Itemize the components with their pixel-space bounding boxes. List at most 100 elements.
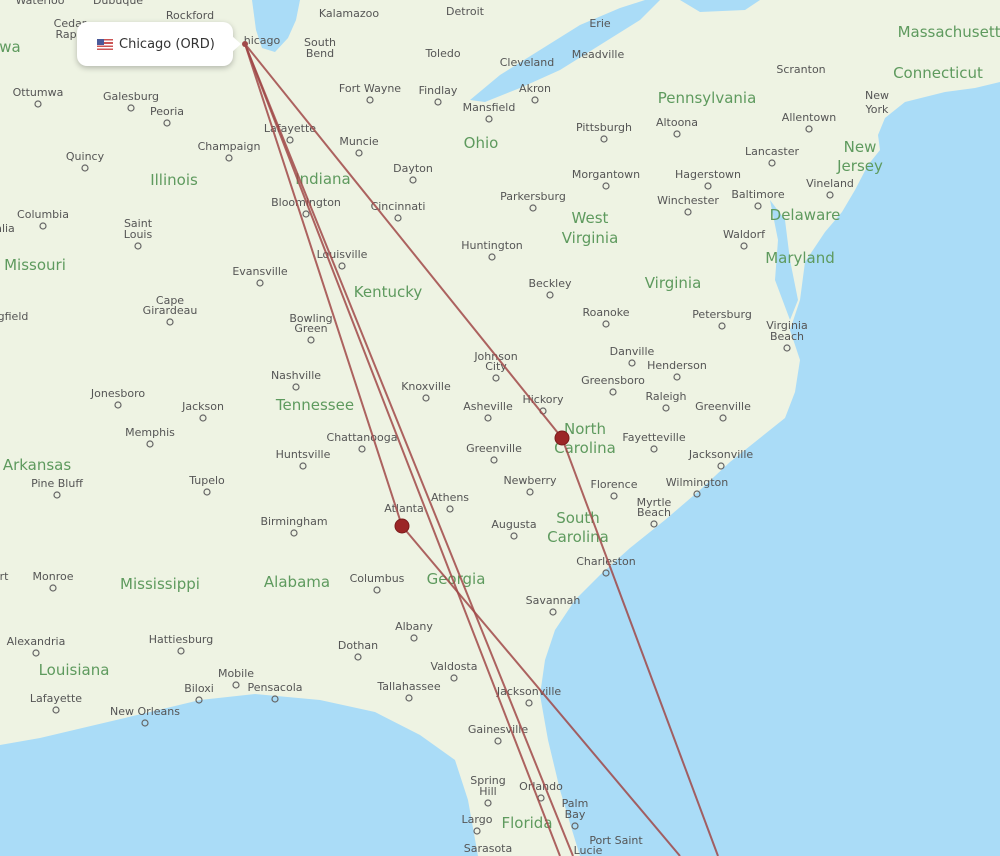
origin-marker[interactable] — [242, 41, 248, 47]
city-label: Rap — [55, 28, 76, 41]
city-label: Winchester — [657, 194, 719, 207]
city-label: gfield — [0, 310, 28, 323]
city-label: Beckley — [528, 277, 572, 290]
city-label: Morgantown — [572, 168, 640, 181]
city-label: Toledo — [424, 47, 460, 60]
state-label: Massachusetts — [898, 23, 1000, 41]
city-label: Bay — [565, 808, 586, 821]
city-label: Lancaster — [745, 145, 799, 158]
city-label: Allentown — [782, 111, 836, 124]
city-label: Savannah — [526, 594, 581, 607]
city-label: Jonesboro — [90, 387, 145, 400]
city-label: Huntsville — [276, 448, 331, 461]
city-label: Jacksonville — [688, 448, 754, 461]
state-label: Tennessee — [275, 396, 354, 414]
route-map[interactable]: wa Illinois Indiana Ohio Pennsylvania West Vir… — [0, 0, 1000, 856]
city-label: Beach — [637, 506, 671, 519]
city-label: Galesburg — [103, 90, 159, 103]
city-label: New — [865, 89, 889, 102]
state-label: Virginia — [645, 274, 702, 292]
city-label: Hagerstown — [675, 168, 741, 181]
state-label: Ohio — [464, 134, 499, 152]
city-label: Columbus — [350, 572, 405, 585]
city-label: Largo — [462, 813, 493, 826]
state-label: Indiana — [295, 170, 351, 188]
city-label: Chattanooga — [327, 431, 398, 444]
state-label: Mississippi — [120, 575, 200, 593]
city-label: Greenville — [466, 442, 522, 455]
state-label: Connecticut — [893, 64, 983, 82]
city-label: Athens — [431, 491, 469, 504]
city-label: Quincy — [66, 150, 105, 163]
state-label: Delaware — [770, 206, 841, 224]
city-label: Greensboro — [581, 374, 645, 387]
origin-label: Chicago (ORD) — [119, 36, 215, 52]
city-label: Hattiesburg — [149, 633, 213, 646]
city-label: Waterloo — [15, 0, 64, 7]
city-label: Biloxi — [184, 682, 214, 695]
city-label: Hill — [479, 785, 496, 798]
city-label: Cleveland — [500, 56, 555, 69]
city-label: Augusta — [491, 518, 536, 531]
city-label: Albany — [395, 620, 433, 633]
state-label: Jersey — [836, 157, 883, 175]
city-label: Memphis — [125, 426, 175, 439]
city-label: Erie — [589, 17, 611, 30]
state-label: Alabama — [264, 573, 330, 591]
city-label: Lafayette — [30, 692, 82, 705]
city-label: Rockford — [166, 9, 214, 22]
city-label: Sarasota — [464, 842, 513, 855]
city-label: Dubuque — [93, 0, 143, 7]
city-label: Wilmington — [666, 476, 729, 489]
city-label: Alexandria — [7, 635, 66, 648]
city-label: Nashville — [271, 369, 321, 382]
city-label: Kalamazoo — [319, 7, 380, 20]
city-label: Jackson — [181, 400, 224, 413]
city-label: Muncie — [339, 135, 379, 148]
charlotte-marker[interactable] — [554, 430, 570, 446]
state-label: wa — [0, 38, 21, 56]
city-label: Knoxville — [401, 380, 451, 393]
city-label: Evansville — [232, 265, 288, 278]
city-label: Danville — [610, 345, 655, 358]
city-label: Bend — [306, 47, 334, 60]
city-label: Akron — [519, 82, 551, 95]
us-flag-icon — [97, 38, 113, 50]
city-label: Meadville — [572, 48, 625, 61]
city-label: Huntington — [461, 239, 523, 252]
city-label: alia — [0, 222, 15, 235]
atlanta-marker[interactable] — [394, 518, 410, 534]
city-label: Florence — [591, 478, 638, 491]
city-label: Roanoke — [582, 306, 629, 319]
city-label: Ottumwa — [13, 86, 64, 99]
city-label: Hickory — [522, 393, 564, 406]
state-label: Arkansas — [3, 456, 72, 474]
city-label: Baltimore — [731, 188, 784, 201]
origin-tooltip: Chicago (ORD) — [77, 22, 241, 66]
city-label: Fort Wayne — [339, 82, 401, 95]
city-label: Waldorf — [723, 228, 766, 241]
city-label: Valdosta — [431, 660, 478, 673]
state-label: Louisiana — [39, 661, 110, 679]
city-label: Newberry — [503, 474, 557, 487]
city-label: Findlay — [419, 84, 458, 97]
city-label: Mansfield — [463, 101, 516, 114]
city-label: Pensacola — [247, 681, 302, 694]
city-label: Altoona — [656, 116, 698, 129]
city-label: Scranton — [776, 63, 825, 76]
city-label: Peoria — [150, 105, 184, 118]
city-label: Lucie — [574, 844, 603, 856]
city-label: Birmingham — [260, 515, 327, 528]
city-label: Vineland — [806, 177, 854, 190]
city-label: Girardeau — [143, 304, 198, 317]
city-label: Atlanta — [384, 502, 423, 515]
city-label: Beach — [770, 330, 804, 343]
city-label: New Orleans — [110, 705, 180, 718]
city-label: Fayetteville — [622, 431, 685, 444]
city-label: Parkersburg — [500, 190, 566, 203]
state-label: Pennsylvania — [658, 89, 757, 107]
city-label: Tallahassee — [376, 680, 440, 693]
city-label: Mobile — [218, 667, 254, 680]
city-label: Greenville — [695, 400, 751, 413]
city-label: Tupelo — [188, 474, 225, 487]
